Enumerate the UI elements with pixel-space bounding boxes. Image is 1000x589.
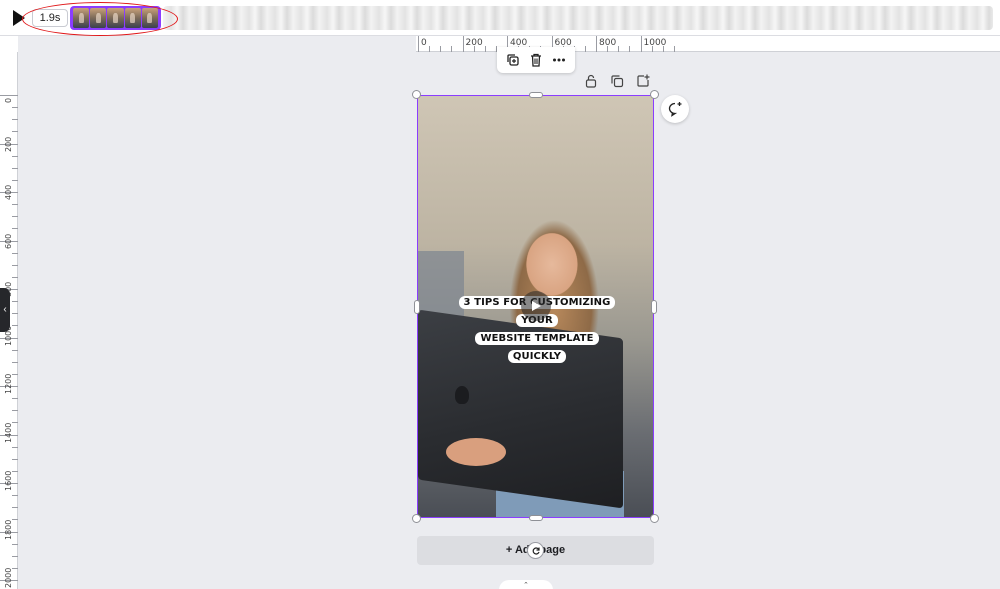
ruler-tick: [596, 36, 597, 52]
person-hand: [446, 438, 506, 466]
laptop-logo: [455, 386, 469, 404]
ruler-label: 0: [421, 38, 427, 48]
resize-handle-bottom-right[interactable]: [650, 514, 659, 523]
ruler-tick: [12, 555, 18, 557]
ruler-tick: [673, 46, 675, 52]
selected-clip[interactable]: [70, 6, 161, 30]
ruler-tick: [0, 95, 18, 96]
ruler-tick: [12, 264, 18, 266]
resize-handle-top[interactable]: [529, 92, 543, 98]
design-page[interactable]: 3 TIPS FOR CUSTOMIZING YOUR WEBSITE TEMP…: [417, 95, 654, 518]
ruler-tick: [12, 458, 18, 460]
ruler-tick: [429, 46, 431, 52]
ruler-tick: [12, 349, 18, 351]
ruler-tick: [451, 46, 453, 52]
timeline-track[interactable]: [163, 6, 993, 30]
ruler-tick: [462, 36, 464, 52]
ruler-tick: [12, 204, 18, 206]
ruler-tick: [12, 179, 18, 181]
ruler-tick: [12, 167, 18, 169]
ruler-label: 1400: [4, 422, 13, 443]
clip-thumbnail: [107, 8, 124, 28]
clip-thumbnail: [141, 8, 159, 28]
ruler-tick: [418, 36, 419, 52]
lock-icon[interactable]: [584, 74, 598, 88]
play-overlay-icon[interactable]: [521, 291, 551, 321]
trash-icon[interactable]: [528, 52, 544, 68]
ruler-tick: [484, 46, 486, 52]
refresh-icon[interactable]: [527, 542, 544, 559]
clip-thumbnail: [73, 8, 90, 28]
ruler-corner: [0, 36, 18, 52]
ruler-tick: [640, 36, 642, 52]
ruler-tick: [12, 276, 18, 278]
ruler-tick: [12, 398, 18, 400]
ruler-tick: [12, 107, 18, 109]
ruler-label: 1200: [4, 373, 13, 394]
side-panel-toggle[interactable]: ‹: [0, 288, 10, 332]
add-comment-icon[interactable]: [661, 95, 689, 123]
element-toolbar: [497, 47, 575, 73]
ruler-label: 200: [4, 136, 13, 152]
ruler-tick: [12, 410, 18, 412]
more-icon[interactable]: [551, 52, 567, 68]
page-collapse-tab[interactable]: ˆ: [499, 580, 553, 589]
ruler-tick: [12, 446, 18, 448]
copy-page-icon[interactable]: [610, 74, 624, 88]
duration-pill[interactable]: 1.9s: [32, 9, 68, 27]
ruler-tick: [12, 313, 18, 315]
ruler-tick: [440, 46, 442, 52]
ruler-tick: [607, 46, 609, 52]
add-page-icon[interactable]: [636, 74, 650, 88]
resize-handle-left[interactable]: [414, 300, 420, 314]
ruler-tick: [473, 46, 475, 52]
ruler-tick: [12, 301, 18, 303]
ruler-label: 0: [4, 97, 13, 103]
ruler-tick: [651, 46, 653, 52]
ruler-tick: [12, 119, 18, 121]
caption-line-2: WEBSITE TEMPLATE QUICKLY: [475, 332, 599, 363]
ruler-tick: [584, 46, 586, 52]
resize-handle-bottom-left[interactable]: [412, 514, 421, 523]
play-icon[interactable]: [12, 9, 26, 27]
timeline-bar: 1.9s: [0, 0, 1000, 36]
ruler-label: 400: [4, 184, 13, 200]
ruler-tick: [662, 46, 664, 52]
resize-handle-top-right[interactable]: [650, 90, 659, 99]
ruler-tick: [618, 46, 620, 52]
ruler-tick: [12, 228, 18, 230]
page-tools: [584, 74, 650, 88]
clip-thumbnail: [90, 8, 107, 28]
ruler-label: 2000: [4, 567, 13, 588]
ruler-tick: [12, 155, 18, 157]
ruler-tick: [12, 495, 18, 497]
ruler-tick: [12, 131, 18, 133]
ruler-tick: [629, 46, 631, 52]
ruler-label: 1600: [4, 470, 13, 491]
ruler-tick: [12, 543, 18, 545]
ruler-tick: [12, 361, 18, 363]
clip-thumbnail: [124, 8, 141, 28]
ruler-tick: [12, 216, 18, 218]
resize-handle-top-left[interactable]: [412, 90, 421, 99]
resize-handle-bottom[interactable]: [529, 515, 543, 521]
ruler-tick: [12, 507, 18, 509]
duplicate-icon[interactable]: [505, 52, 521, 68]
resize-handle-right[interactable]: [651, 300, 657, 314]
ruler-label: 600: [4, 233, 13, 249]
ruler-tick: [12, 252, 18, 254]
ruler-label: 1800: [4, 519, 13, 540]
